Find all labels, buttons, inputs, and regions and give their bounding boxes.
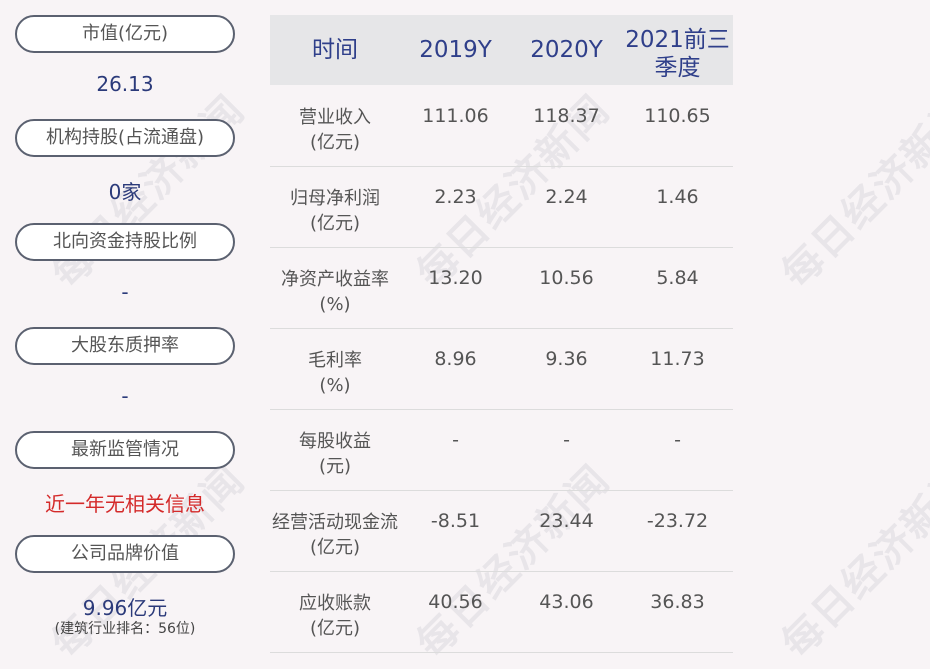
cell-2020: 2.24: [545, 186, 588, 208]
cell-2021: 36.83: [650, 591, 705, 613]
cell-2020: 9.36: [545, 348, 588, 370]
cell-2021: 110.65: [644, 105, 711, 127]
cell-2019: 111.06: [422, 105, 489, 127]
brand-rank: (建筑行业排名：56位): [54, 621, 196, 637]
table-header: 时间 2019Y 2020Y 2021前三季度: [270, 15, 733, 85]
header-2020: 2020Y: [530, 37, 603, 63]
watermark: 每日经济新闻: [773, 86, 930, 298]
northbound-holding-value: -: [121, 280, 129, 304]
table-row: 营业收入 (亿元) 111.06 118.37 110.65: [270, 85, 733, 167]
cell-2020: 10.56: [539, 267, 594, 289]
table-row: 经营活动现金流 (亿元) -8.51 23.44 -23.72: [270, 490, 733, 572]
table-row: 应收账款 (亿元) 40.56 43.06 36.83: [270, 571, 733, 653]
cell-2020: 118.37: [533, 105, 600, 127]
cell-2019: -: [452, 429, 459, 451]
watermark: 每日经济新闻: [773, 456, 930, 668]
row-label: 经营活动现金流 (亿元): [272, 512, 398, 558]
header-2021q3: 2021前三季度: [625, 27, 730, 81]
table-row: 归母净利润 (亿元) 2.23 2.24 1.46: [270, 166, 733, 248]
row-label: 营业收入 (亿元): [299, 107, 371, 153]
table-row: 毛利率 (%) 8.96 9.36 11.73: [270, 328, 733, 410]
row-label: 净资产收益率 (%): [281, 269, 389, 315]
cell-2019: 13.20: [428, 267, 483, 289]
row-label: 归母净利润 (亿元): [290, 188, 380, 234]
market-cap-value: 26.13: [96, 72, 154, 96]
institution-holding-label: 机构持股(占流通盘): [15, 119, 235, 157]
regulation-status-value: 近一年无相关信息: [45, 492, 205, 516]
cell-2021: 1.46: [656, 186, 699, 208]
institution-holding-value: 0家: [108, 180, 142, 204]
cell-2019: 40.56: [428, 591, 483, 613]
header-2019: 2019Y: [419, 37, 492, 63]
brand-value: 9.96亿元: [82, 596, 168, 620]
cell-2021: -23.72: [646, 510, 709, 532]
pledge-rate-label: 大股东质押率: [15, 327, 235, 365]
brand-value-label: 公司品牌价值: [15, 535, 235, 573]
table-row: 每股收益 (元) - - -: [270, 409, 733, 491]
pledge-rate-value: -: [121, 384, 129, 408]
cell-2021: 5.84: [656, 267, 699, 289]
table-row: 净资产收益率 (%) 13.20 10.56 5.84: [270, 247, 733, 329]
row-label: 毛利率 (%): [308, 350, 362, 396]
cell-2019: 2.23: [434, 186, 477, 208]
cell-2019: -8.51: [430, 510, 481, 532]
northbound-holding-label: 北向资金持股比例: [15, 223, 235, 261]
row-label: 每股收益 (元): [299, 431, 371, 477]
cell-2019: 8.96: [434, 348, 477, 370]
cell-2020: -: [563, 429, 570, 451]
cell-2021: 11.73: [650, 348, 705, 370]
cell-2020: 43.06: [539, 591, 594, 613]
header-time: 时间: [312, 37, 358, 63]
cell-2021: -: [674, 429, 681, 451]
cell-2020: 23.44: [539, 510, 594, 532]
market-cap-label: 市值(亿元): [15, 15, 235, 53]
row-label: 应收账款 (亿元): [299, 593, 371, 639]
regulation-status-label: 最新监管情况: [15, 431, 235, 469]
